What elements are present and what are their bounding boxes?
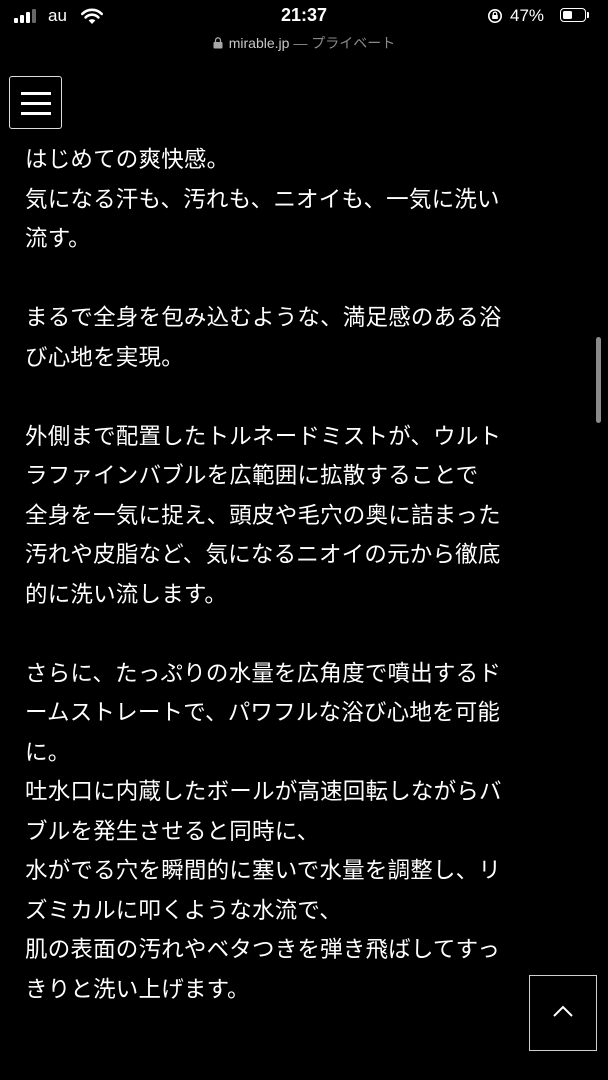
hamburger-menu-button[interactable]: [9, 76, 62, 129]
article-paragraph: はじめての爽快感。 気になる汗も、汚れも、ニオイも、一気に洗い 流す。: [25, 147, 500, 252]
chevron-up-icon: [553, 1005, 573, 1017]
article-paragraph: 外側まで配置したトルネードミストが、ウルト ラファインバブルを広範囲に拡散するこ…: [25, 423, 502, 608]
hamburger-menu-icon: [21, 102, 51, 105]
browser-url-bar[interactable]: mirable.jp — プライベート: [0, 33, 608, 55]
article-paragraph: まるで全身を包み込むような、満足感のある浴 び心地を実現。: [25, 305, 502, 371]
status-bar: au 21:37 47%: [0, 0, 608, 34]
back-to-top-button[interactable]: [529, 975, 597, 1051]
hamburger-menu-icon: [21, 92, 51, 95]
page-scrollbar[interactable]: [596, 337, 601, 423]
rotation-lock-icon: [488, 9, 502, 23]
hamburger-menu-icon: [21, 112, 51, 115]
battery-level: [563, 11, 572, 19]
battery-tip: [587, 12, 589, 18]
lock-icon: [213, 37, 223, 49]
private-label: — プライベート: [293, 35, 396, 51]
battery-icon: [560, 8, 586, 22]
article-body: はじめての爽快感。 気になる汗も、汚れも、ニオイも、一気に洗い 流す。 まるで全…: [25, 141, 570, 1050]
battery-percent: 47%: [510, 6, 545, 25]
url-domain: mirable.jp: [228, 35, 290, 51]
article-paragraph: さらに、たっぷりの水量を広角度で噴出するド ームストレートで、パワフルな浴び心地…: [25, 660, 502, 1003]
